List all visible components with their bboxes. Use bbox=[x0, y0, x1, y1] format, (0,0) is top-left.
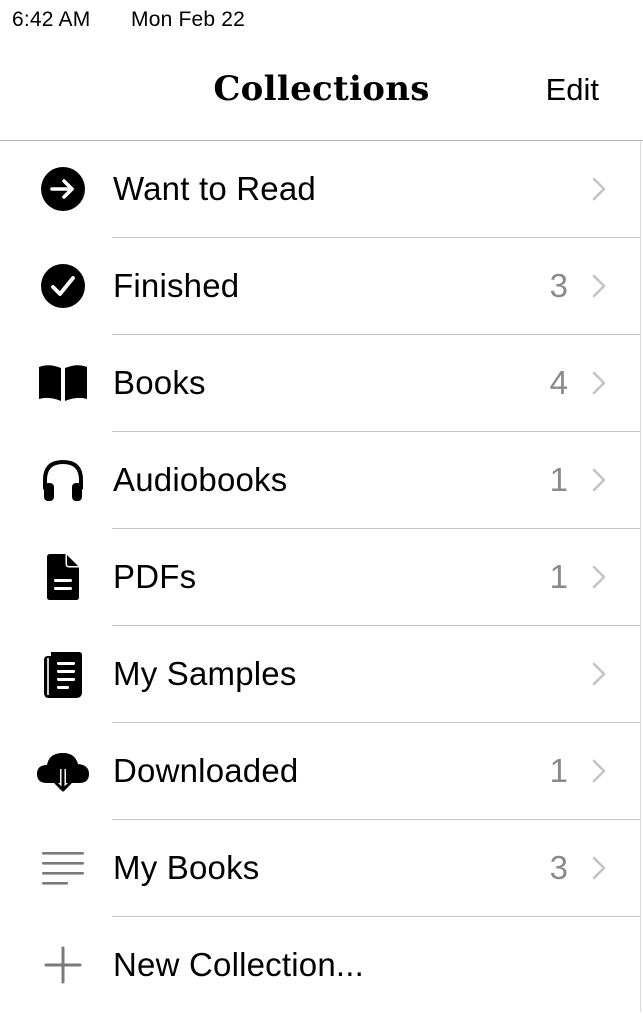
chevron-right-icon bbox=[592, 177, 606, 201]
collection-label: Want to Read bbox=[113, 170, 316, 207]
collection-row-downloaded[interactable]: Downloaded 1 bbox=[0, 723, 640, 820]
collection-row-my-samples[interactable]: My Samples bbox=[0, 626, 640, 723]
chevron-right-icon bbox=[592, 565, 606, 589]
collection-count: 4 bbox=[549, 364, 568, 401]
collection-label: Books bbox=[113, 364, 206, 401]
collection-row-audiobooks[interactable]: Audiobooks 1 bbox=[0, 432, 640, 529]
headphones-icon bbox=[35, 452, 91, 508]
chevron-right-icon bbox=[592, 856, 606, 880]
chevron-right-icon bbox=[592, 274, 606, 298]
collection-label: My Books bbox=[113, 849, 260, 886]
sample-pages-icon bbox=[35, 646, 91, 702]
collection-row-pdfs[interactable]: PDFs 1 bbox=[0, 529, 640, 626]
collection-count: 3 bbox=[549, 849, 568, 886]
chevron-right-icon bbox=[592, 662, 606, 686]
collection-label: Finished bbox=[113, 267, 240, 304]
plus-icon bbox=[35, 937, 91, 993]
arrow-right-circle-icon bbox=[35, 161, 91, 217]
collection-count: 1 bbox=[549, 558, 568, 595]
collection-row-books[interactable]: Books 4 bbox=[0, 335, 640, 432]
collection-count: 1 bbox=[549, 461, 568, 498]
chevron-right-icon bbox=[592, 759, 606, 783]
collection-row-my-books[interactable]: My Books 3 bbox=[0, 820, 640, 917]
status-bar: 6:42 AM Mon Feb 22 bbox=[0, 0, 643, 40]
collection-label: Downloaded bbox=[113, 752, 299, 789]
chevron-right-icon bbox=[592, 468, 606, 492]
document-icon bbox=[35, 549, 91, 605]
collection-label: PDFs bbox=[113, 558, 197, 595]
cloud-download-icon bbox=[35, 743, 91, 799]
checkmark-circle-icon bbox=[35, 258, 91, 314]
edit-button[interactable]: Edit bbox=[546, 72, 599, 108]
collection-count: 3 bbox=[549, 267, 568, 304]
status-date: Mon Feb 22 bbox=[131, 8, 246, 31]
open-book-icon bbox=[35, 355, 91, 411]
navigation-bar: Collections Edit bbox=[0, 40, 643, 141]
chevron-right-icon bbox=[592, 371, 606, 395]
collection-row-finished[interactable]: Finished 3 bbox=[0, 238, 640, 335]
list-lines-icon bbox=[35, 840, 91, 896]
status-time: 6:42 AM bbox=[12, 8, 91, 31]
collection-label: My Samples bbox=[113, 655, 297, 692]
new-collection-button[interactable]: New Collection... bbox=[0, 917, 640, 1014]
collection-row-want-to-read[interactable]: Want to Read bbox=[0, 141, 640, 238]
collection-count: 1 bbox=[549, 752, 568, 789]
new-collection-label: New Collection... bbox=[113, 946, 364, 983]
collection-label: Audiobooks bbox=[113, 461, 288, 498]
collections-list: Want to Read Finished 3 Books 4 Audioboo… bbox=[0, 141, 640, 1014]
